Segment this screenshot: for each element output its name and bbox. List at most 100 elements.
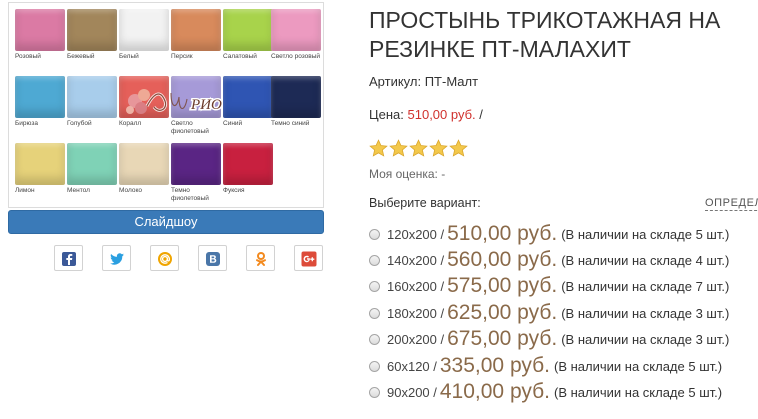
swatch-temno-sinii[interactable]: Темно синий — [271, 76, 321, 128]
swatch-chip — [223, 9, 273, 51]
variant-radio[interactable] — [369, 255, 380, 266]
variant-stock: (В наличии на складе 7 шт.) — [561, 278, 730, 294]
swatch-chip — [171, 143, 221, 185]
google-plus-icon — [301, 251, 317, 267]
variant-option[interactable]: 160x200 / 575,00 руб. (В наличии на скла… — [369, 274, 729, 298]
price-value: 510,00 руб. — [407, 107, 476, 122]
article-line: Артикул: ПТ-Малт — [369, 74, 478, 89]
swatch-temno-fioletovyi[interactable]: Темно фиолетовый — [171, 143, 221, 203]
share-odnoklassniki-button[interactable] — [246, 245, 275, 271]
swatch-chip — [67, 143, 117, 185]
price-line: Цена: 510,00 руб. / — [369, 107, 483, 122]
swatch-label: Светло розовый — [271, 53, 321, 60]
rating-label: Моя оценка: — [369, 167, 438, 181]
twitter-icon — [110, 253, 124, 265]
variant-price: 335,00 руб. — [439, 354, 550, 377]
swatch-belyi[interactable]: Белый — [119, 9, 169, 61]
choose-variant-label: Выберите вариант: — [369, 196, 481, 210]
svg-text:РИО: РИО — [190, 97, 222, 113]
star-icon[interactable] — [449, 139, 468, 158]
variant-size: 160x200 / — [387, 278, 445, 294]
swatch-moloko[interactable]: Молоко — [119, 143, 169, 195]
mail-at-icon — [158, 252, 172, 266]
product-title: ПРОСТЫНЬ ТРИКОТАЖНАЯ НА РЕЗИНКЕ ПТ-МАЛАХ… — [369, 7, 721, 62]
variant-size: 60x120 / — [387, 358, 437, 374]
share-facebook-button[interactable] — [54, 245, 83, 271]
variant-price: 410,00 руб. — [439, 380, 550, 403]
swatch-rozovyi[interactable]: Розовый — [15, 9, 65, 61]
star-icon[interactable] — [429, 139, 448, 158]
swatch-salatovyi[interactable]: Салатовый — [223, 9, 273, 61]
variant-price: 510,00 руб. — [447, 222, 558, 245]
variant-stock: (В наличии на складе 5 шт.) — [553, 358, 723, 374]
swatch-goluboi[interactable]: Голубой — [67, 76, 117, 128]
my-rating: Моя оценка: - — [369, 167, 445, 181]
variant-stock: (В наличии на складе 5 шт.) — [553, 384, 723, 400]
variant-stock: (В наличии на складе 4 шт.) — [561, 252, 730, 268]
swatch-chip — [15, 143, 65, 185]
swatch-chip — [223, 143, 273, 185]
share-twitter-button[interactable] — [102, 245, 131, 271]
variant-stock: (В наличии на складе 3 шт.) — [561, 331, 730, 347]
variant-radio[interactable] — [369, 361, 380, 372]
swatch-limon[interactable]: Лимон — [15, 143, 65, 195]
variant-size: 120x200 / — [387, 226, 445, 242]
star-icon[interactable] — [389, 139, 408, 158]
share-vkontakte-button[interactable] — [198, 245, 227, 271]
variant-size: 140x200 / — [387, 252, 445, 268]
variant-option[interactable]: 90x200 / 410,00 руб. (В наличии на склад… — [369, 380, 722, 404]
swatch-biryuza[interactable]: Бирюза — [15, 76, 65, 128]
variant-option[interactable]: 60x120 / 335,00 руб. (В наличии на склад… — [369, 354, 722, 378]
variant-radio[interactable] — [369, 281, 380, 292]
price-separator: / — [479, 107, 483, 122]
swatch-label: Фуксия — [223, 187, 245, 194]
swatch-chip — [119, 143, 169, 185]
variant-radio[interactable] — [369, 387, 380, 398]
variant-option[interactable]: 120x200 / 510,00 руб. (В наличии на скла… — [369, 222, 729, 246]
variant-stock: (В наличии на складе 5 шт.) — [561, 226, 730, 242]
swatch-label: Персик — [171, 53, 193, 60]
rating-stars[interactable] — [369, 139, 468, 158]
variant-price: 675,00 руб. — [447, 327, 558, 350]
swatch-chip — [67, 76, 117, 118]
swatch-label: Голубой — [67, 120, 92, 127]
variant-radio[interactable] — [369, 308, 380, 319]
variant-size: 90x200 / — [387, 384, 437, 400]
swatch-chip — [271, 76, 321, 118]
variant-stock: (В наличии на складе 3 шт.) — [561, 305, 730, 321]
swatch-persik[interactable]: Персик — [171, 9, 221, 61]
swatch-chip — [67, 9, 117, 51]
variant-option[interactable]: 140x200 / 560,00 руб. (В наличии на скла… — [369, 248, 729, 272]
swatch-svetlo-rozovyi[interactable]: Светло розовый — [271, 9, 321, 61]
swatch-fuksiya[interactable]: Фуксия — [223, 143, 273, 195]
swatch-mentol[interactable]: Ментол — [67, 143, 117, 195]
variant-radio[interactable] — [369, 229, 380, 240]
star-icon[interactable] — [409, 139, 428, 158]
share-google-plus-button[interactable] — [294, 245, 323, 271]
swatch-label: Белый — [119, 53, 139, 60]
star-icon[interactable] — [369, 139, 388, 158]
variant-option[interactable]: 180x200 / 625,00 руб. (В наличии на скла… — [369, 301, 729, 325]
swatch-label: Темно фиолетовый — [171, 187, 209, 202]
color-swatch-gallery[interactable]: Розовый Бежевый Белый Персик Салатовый С… — [8, 2, 324, 208]
article-value: ПТ-Малт — [424, 74, 479, 89]
swatch-label: Лимон — [15, 187, 35, 194]
swatch-chip — [119, 9, 169, 51]
swatch-label: Темно синий — [271, 120, 310, 127]
swatch-label: Молоко — [119, 187, 142, 194]
variant-size: 180x200 / — [387, 305, 445, 321]
variant-radio[interactable] — [369, 334, 380, 345]
variant-option[interactable]: 200x200 / 675,00 руб. (В наличии на скла… — [369, 327, 729, 351]
swatch-label: Салатовый — [223, 53, 257, 60]
article-label: Артикул: — [369, 74, 422, 89]
swatch-chip — [15, 76, 65, 118]
variant-price: 575,00 руб. — [447, 274, 558, 297]
slideshow-button[interactable]: Слайдшоу — [8, 210, 324, 234]
swatch-label: Бирюза — [15, 120, 38, 127]
watermark-logo: РИО РИО — [121, 79, 237, 129]
swatch-bezhevyi[interactable]: Бежевый — [67, 9, 117, 61]
swatch-label: Ментол — [67, 187, 90, 194]
determine-size-link[interactable]: ОПРЕДЕЛ — [705, 197, 758, 211]
swatch-chip — [271, 9, 321, 51]
share-mail-button[interactable] — [150, 245, 179, 271]
